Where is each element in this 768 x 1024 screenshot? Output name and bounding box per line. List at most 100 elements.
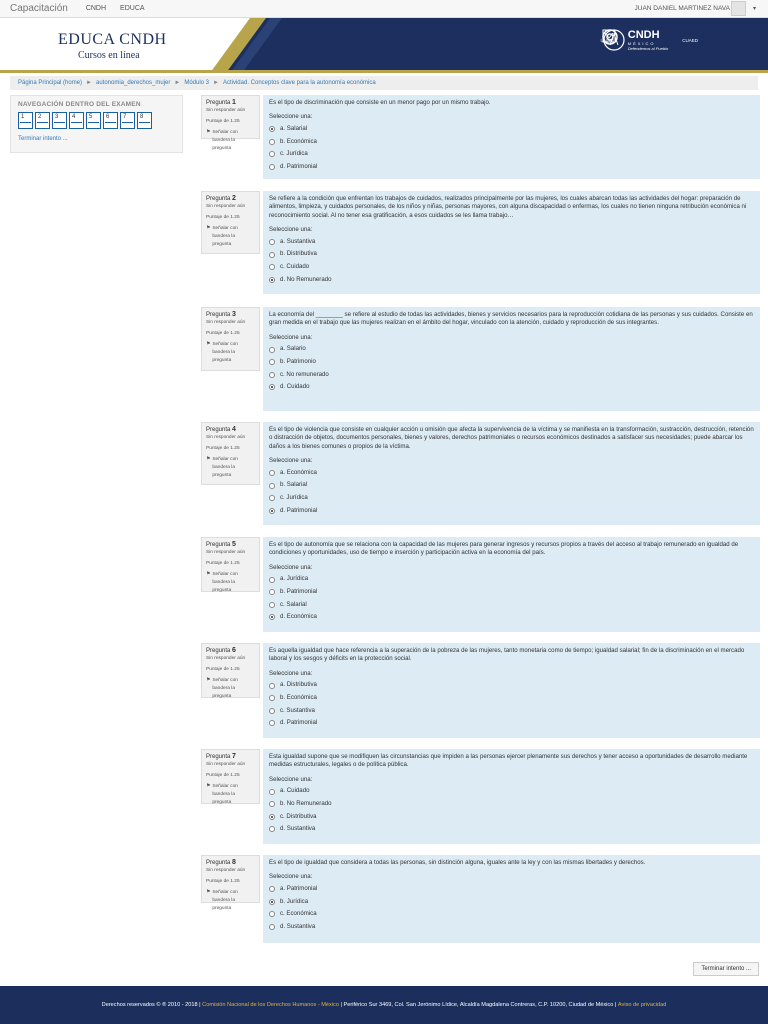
answer-option[interactable]: d. Sustantiva xyxy=(269,921,754,934)
radio-button[interactable] xyxy=(269,720,275,727)
breadcrumb-activity[interactable]: Actividad. Conceptos clave para la auton… xyxy=(223,80,376,86)
answer-option[interactable]: c. No remunerado xyxy=(269,368,754,381)
answer-option[interactable]: c. Salarial xyxy=(269,598,754,611)
answer-option[interactable]: b. Jurídica xyxy=(269,895,754,908)
radio-button[interactable] xyxy=(269,898,275,905)
radio-button[interactable] xyxy=(269,251,275,258)
quiz-nav-button-8[interactable]: 8 xyxy=(137,112,152,129)
finish-attempt-button[interactable]: Terminar intento ... xyxy=(693,962,759,976)
partner-logos: UNAM CNDH MÉXICO Defendemos al Pueblo CU… xyxy=(601,29,699,51)
answer-option[interactable]: a. Económica xyxy=(269,467,754,480)
radio-button[interactable] xyxy=(269,163,275,170)
radio-button[interactable] xyxy=(269,801,275,808)
radio-button[interactable] xyxy=(269,482,275,489)
radio-button[interactable] xyxy=(269,682,275,689)
finish-attempt-link[interactable]: Terminar intento ... xyxy=(18,136,182,142)
radio-button[interactable] xyxy=(269,614,275,621)
answer-option[interactable]: a. Salario xyxy=(269,343,754,356)
radio-button[interactable] xyxy=(269,813,275,820)
answer-option[interactable]: c. Económica xyxy=(269,908,754,921)
answer-option[interactable]: c. Cuidado xyxy=(269,261,754,274)
quiz-nav-button-7[interactable]: 7 xyxy=(120,112,135,129)
answer-option[interactable]: d. Patrimonial xyxy=(269,717,754,730)
answer-option[interactable]: d. Económica xyxy=(269,611,754,624)
flag-question-toggle[interactable]: ⚑ Señalar con bandera la pregunta xyxy=(206,889,255,913)
answer-option[interactable]: d. Patrimonial xyxy=(269,504,754,517)
site-logo-title[interactable]: EDUCA CNDH xyxy=(58,31,167,49)
radio-button[interactable] xyxy=(269,788,275,795)
answer-option[interactable]: c. Jurídica xyxy=(269,148,754,161)
radio-button[interactable] xyxy=(269,346,275,353)
radio-button[interactable] xyxy=(269,886,275,893)
flag-question-toggle[interactable]: ⚑ Señalar con bandera la pregunta xyxy=(206,341,255,365)
radio-button[interactable] xyxy=(269,384,275,391)
radio-button[interactable] xyxy=(269,495,275,502)
breadcrumb-course[interactable]: autonomia_derechos_mujer xyxy=(96,80,170,86)
answer-option[interactable]: a. Jurídica xyxy=(269,573,754,586)
radio-button[interactable] xyxy=(269,151,275,158)
radio-button[interactable] xyxy=(269,507,275,514)
radio-button[interactable] xyxy=(269,126,275,133)
radio-button[interactable] xyxy=(269,359,275,366)
radio-button[interactable] xyxy=(269,923,275,930)
flag-question-toggle[interactable]: ⚑ Señalar con bandera la pregunta xyxy=(206,677,255,701)
quiz-nav-button-1[interactable]: 1 xyxy=(18,112,33,129)
answer-option[interactable]: a. Sustantiva xyxy=(269,236,754,249)
question-text: Se refiere a la condición que enfrentan … xyxy=(269,195,747,219)
radio-button[interactable] xyxy=(269,601,275,608)
answer-option[interactable]: b. No Remunerado xyxy=(269,798,754,811)
nav-link-cndh[interactable]: CNDH xyxy=(86,5,106,12)
radio-button[interactable] xyxy=(269,276,275,283)
answer-option[interactable]: a. Distributiva xyxy=(269,679,754,692)
flag-question-toggle[interactable]: ⚑ Señalar con bandera la pregunta xyxy=(206,571,255,595)
brand-link[interactable]: Capacitación xyxy=(10,3,68,14)
answer-option[interactable]: c. Sustantiva xyxy=(269,704,754,717)
radio-button[interactable] xyxy=(269,707,275,714)
quiz-nav-button-5[interactable]: 5 xyxy=(86,112,101,129)
breadcrumb-module[interactable]: Módulo 3 xyxy=(184,80,209,86)
answer-option[interactable]: b. Distributiva xyxy=(269,248,754,261)
answer-option-label: a. Sustantiva xyxy=(280,237,316,245)
quiz-nav-button-4[interactable]: 4 xyxy=(69,112,84,129)
answer-option[interactable]: b. Patrimonio xyxy=(269,356,754,369)
avatar[interactable] xyxy=(731,1,746,16)
quiz-nav-button-2[interactable]: 2 xyxy=(35,112,50,129)
answer-option[interactable]: b. Económica xyxy=(269,692,754,705)
answer-option[interactable]: a. Salarial xyxy=(269,123,754,136)
breadcrumb-home[interactable]: Página Principal (home) xyxy=(18,80,82,86)
radio-button[interactable] xyxy=(269,371,275,378)
radio-button[interactable] xyxy=(269,695,275,702)
answer-option[interactable]: a. Patrimonial xyxy=(269,883,754,896)
radio-button[interactable] xyxy=(269,589,275,596)
radio-button[interactable] xyxy=(269,576,275,583)
answer-option[interactable]: d. Cuidado xyxy=(269,381,754,394)
answer-option[interactable]: a. Cuidado xyxy=(269,785,754,798)
answer-option[interactable]: d. Sustantiva xyxy=(269,823,754,836)
flag-question-toggle[interactable]: ⚑ Señalar con bandera la pregunta xyxy=(206,225,255,249)
radio-button[interactable] xyxy=(269,469,275,476)
radio-button[interactable] xyxy=(269,238,275,245)
quiz-nav-button-3[interactable]: 3 xyxy=(52,112,67,129)
radio-button[interactable] xyxy=(269,911,275,918)
flag-question-toggle[interactable]: ⚑ Señalar con bandera la pregunta xyxy=(206,456,255,480)
quiz-nav-button-6[interactable]: 6 xyxy=(103,112,118,129)
answer-option[interactable]: b. Salarial xyxy=(269,479,754,492)
flag-question-toggle[interactable]: ⚑ Señalar con bandera la pregunta xyxy=(206,129,255,153)
footer-privacy-link[interactable]: Aviso de privacidad xyxy=(618,1002,666,1008)
nav-link-educa[interactable]: EDUCA xyxy=(120,5,145,12)
flag-question-toggle[interactable]: ⚑ Señalar con bandera la pregunta xyxy=(206,783,255,807)
answer-option-label: d. Patrimonial xyxy=(280,719,318,727)
answer-option[interactable]: b. Patrimonial xyxy=(269,586,754,599)
footer-org-link[interactable]: Comisión Nacional de los Derechos Humano… xyxy=(202,1002,339,1008)
answer-option[interactable]: b. Económica xyxy=(269,135,754,148)
answer-option[interactable]: c. Jurídica xyxy=(269,492,754,505)
flag-icon: ⚑ xyxy=(206,130,211,135)
radio-button[interactable] xyxy=(269,264,275,271)
user-menu-name[interactable]: JUAN DANIEL MARTINEZ NAVA xyxy=(635,5,730,12)
chevron-down-icon[interactable]: ▾ xyxy=(753,5,756,12)
radio-button[interactable] xyxy=(269,826,275,833)
answer-option[interactable]: d. No Remunerado xyxy=(269,273,754,286)
answer-option[interactable]: d. Patrimonial xyxy=(269,161,754,174)
answer-option[interactable]: c. Distributiva xyxy=(269,810,754,823)
radio-button[interactable] xyxy=(269,138,275,145)
